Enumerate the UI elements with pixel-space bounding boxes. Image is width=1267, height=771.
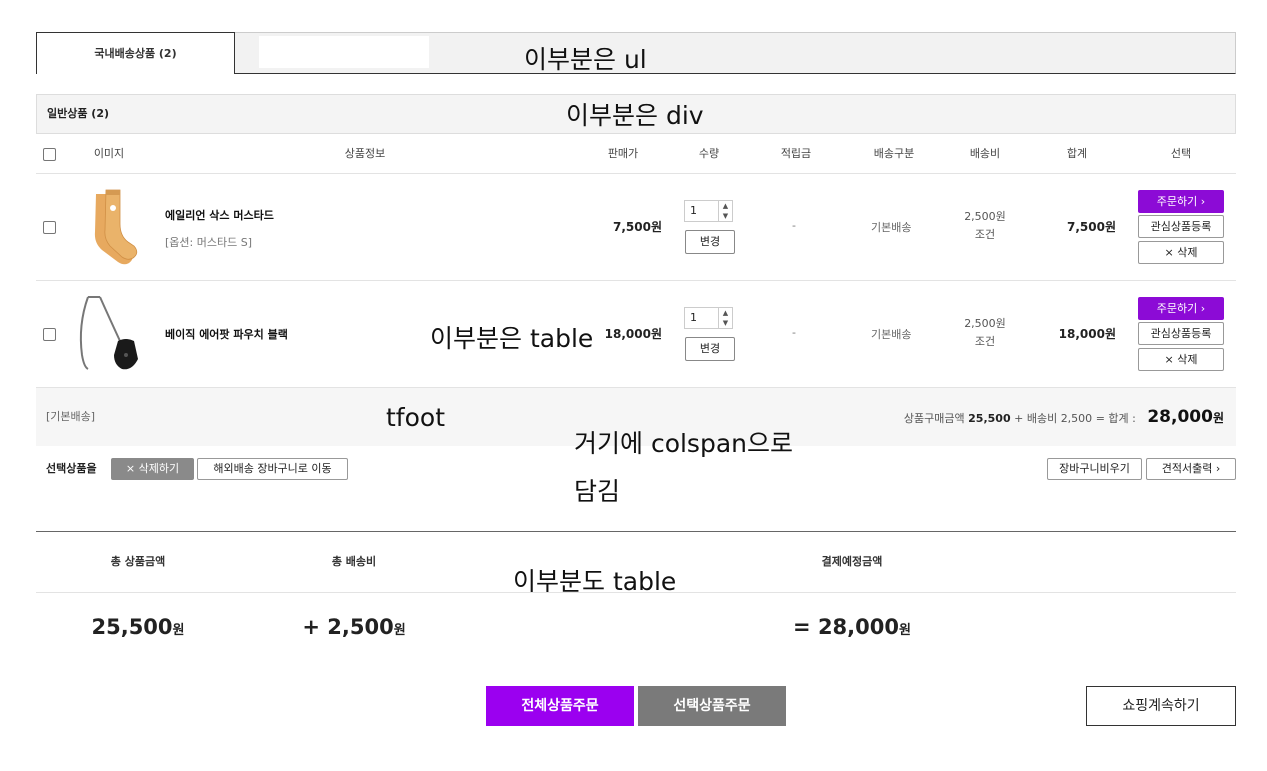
change-button[interactable]: 변경 xyxy=(685,230,735,254)
order-button[interactable]: 주문하기 › xyxy=(1138,297,1224,320)
tab-overseas-blank[interactable] xyxy=(259,36,429,68)
summary-top-border xyxy=(36,531,1236,532)
summary-pay-head: 결제예정금액 xyxy=(821,555,883,568)
footer-label: [기본배송] xyxy=(46,410,96,423)
wishlist-button[interactable]: 관심상품등록 xyxy=(1138,322,1224,345)
pouch-thumbnail[interactable] xyxy=(74,295,144,375)
table-header: 이미지 상품정보 판매가 수량 적립금 배송구분 배송비 합계 선택 xyxy=(36,134,1236,174)
ship-type: 기본배송 xyxy=(871,221,912,234)
chevron-right-icon: › xyxy=(1200,195,1206,208)
delete-button[interactable]: × 삭제 xyxy=(1138,348,1224,371)
product-option: [옵션: 머스타드 S] xyxy=(165,236,252,249)
chevron-right-icon: › xyxy=(1215,462,1221,475)
col-ship-fee: 배송비 xyxy=(969,147,1001,160)
col-points: 적립금 xyxy=(780,147,812,160)
order-selected-button[interactable]: 선택상품주문 xyxy=(638,686,786,726)
order-all-button[interactable]: 전체상품주문 xyxy=(486,686,634,726)
col-ship-type: 배송구분 xyxy=(873,147,915,160)
grand-total: 28,000원 xyxy=(1147,407,1224,427)
change-button[interactable]: 변경 xyxy=(685,337,735,361)
annotation-tfoot: tfoot xyxy=(386,403,445,432)
annotation-ul: 이부분은 ul xyxy=(524,45,647,74)
summary-product-head: 총 상품금액 xyxy=(110,555,166,568)
annotation-colspan-2: 담김 xyxy=(574,477,621,506)
order-button[interactable]: 주문하기 › xyxy=(1138,190,1224,213)
selected-label: 선택상품을 xyxy=(46,462,97,475)
quantity-stepper[interactable]: ▲ ▼ xyxy=(718,308,732,328)
col-qty: 수량 xyxy=(698,147,720,160)
col-select: 선택 xyxy=(1170,147,1192,160)
points-value: - xyxy=(792,219,796,232)
points-value: - xyxy=(792,326,796,339)
wishlist-button[interactable]: 관심상품등록 xyxy=(1138,215,1224,238)
continue-shopping-button[interactable]: 쇼핑계속하기 xyxy=(1086,686,1236,726)
col-price: 판매가 xyxy=(607,147,639,160)
product-name[interactable]: 에일리언 삭스 머스타드 xyxy=(165,207,274,223)
col-info: 상품정보 xyxy=(344,147,386,160)
annotation-colspan-1: 거기에 colspan으로 xyxy=(574,429,793,458)
col-total: 합계 xyxy=(1066,147,1088,160)
summary-ship-head: 총 배송비 xyxy=(331,555,377,568)
annotation-table: 이부분은 table xyxy=(430,324,594,353)
clear-cart-button[interactable]: 장바구니비우기 xyxy=(1047,458,1142,480)
row-total: 7,500원 xyxy=(1067,220,1116,234)
estimate-button[interactable]: 견적서출력 › xyxy=(1146,458,1236,480)
socks-thumbnail[interactable] xyxy=(74,188,144,268)
close-icon: × xyxy=(1164,246,1174,259)
product-name[interactable]: 베이직 에어팟 파우치 블랙 xyxy=(165,326,288,342)
footer-summary: 상품구매금액 25,500 + 배송비 2,500 = 합계 : 28,000원 xyxy=(903,407,1224,427)
col-image: 이미지 xyxy=(93,147,125,160)
close-icon: × xyxy=(1164,353,1174,366)
delete-selected-button[interactable]: × 삭제하기 xyxy=(111,458,194,480)
product-price: 7,500원 xyxy=(613,220,662,234)
quantity-input[interactable]: 1 ▲ ▼ xyxy=(684,200,733,222)
ship-fee: 2,500원 조건 xyxy=(964,317,1006,348)
row-checkbox[interactable] xyxy=(43,221,56,234)
row-total: 18,000원 xyxy=(1058,327,1116,341)
quantity-input[interactable]: 1 ▲ ▼ xyxy=(684,307,733,329)
tab-domestic[interactable]: 국내배송상품 (2) xyxy=(36,32,235,74)
ship-fee: 2,500원 조건 xyxy=(964,210,1006,241)
ship-type: 기본배송 xyxy=(871,328,912,341)
summary-divider xyxy=(36,592,1236,593)
table-row: 베이직 에어팟 파우치 블랙 18,000원 1 ▲ ▼ 변경 - 기본배송 2,… xyxy=(36,281,1236,388)
annotation-div: 이부분은 div xyxy=(566,101,704,130)
table-row: 에일리언 삭스 머스타드 [옵션: 머스타드 S] 7,500원 1 ▲ ▼ 변경… xyxy=(36,174,1236,281)
summary-pay-value: = 28,000원 xyxy=(793,615,911,639)
row-checkbox[interactable] xyxy=(43,328,56,341)
select-all-checkbox[interactable] xyxy=(43,148,56,161)
chevron-right-icon: › xyxy=(1200,302,1206,315)
delete-button[interactable]: × 삭제 xyxy=(1138,241,1224,264)
move-overseas-button[interactable]: 해외배송 장바구니로 이동 xyxy=(197,458,348,480)
summary-ship-value: + 2,500원 xyxy=(302,615,406,639)
summary-product-value: 25,500원 xyxy=(91,615,185,639)
close-icon: × xyxy=(125,462,136,475)
quantity-stepper[interactable]: ▲ ▼ xyxy=(718,201,732,221)
